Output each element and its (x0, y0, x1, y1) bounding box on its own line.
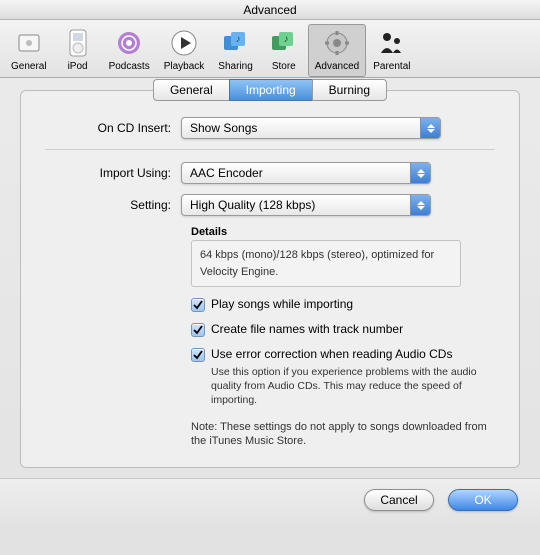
toolbar-label: Playback (164, 61, 205, 72)
svg-text:♪: ♪ (283, 34, 288, 45)
toolbar-item-sharing[interactable]: ♪ Sharing (211, 24, 259, 77)
footer-note: Note: These settings do not apply to son… (191, 420, 491, 450)
checkbox-error-correction[interactable]: Use error correction when reading Audio … (191, 347, 495, 362)
toolbar-item-playback[interactable]: Playback (157, 24, 212, 77)
toolbar-label: General (11, 61, 47, 72)
parental-icon (376, 27, 408, 59)
tab-importing[interactable]: Importing (229, 79, 312, 101)
divider (45, 149, 495, 150)
toolbar-item-parental[interactable]: Parental (366, 24, 417, 77)
preferences-toolbar: General iPod Podcasts Playback ♪ Sharing… (0, 20, 540, 78)
error-correction-help: Use this option if you experience proble… (211, 365, 495, 408)
toolbar-label: Parental (373, 61, 410, 72)
checkbox-icon (191, 298, 205, 312)
checkbox-filenames-track-number[interactable]: Create file names with track number (191, 322, 495, 337)
select-value: AAC Encoder (182, 166, 410, 180)
toolbar-label: iPod (68, 61, 88, 72)
tab-general[interactable]: General (153, 79, 229, 101)
toolbar-item-advanced[interactable]: Advanced (308, 24, 366, 77)
select-value: Show Songs (182, 121, 420, 135)
toolbar-item-podcasts[interactable]: Podcasts (102, 24, 157, 77)
checkbox-play-while-importing[interactable]: Play songs while importing (191, 297, 495, 312)
store-icon: ♪ (268, 27, 300, 59)
sharing-icon: ♪ (220, 27, 252, 59)
toolbar-label: Sharing (218, 61, 252, 72)
switch-icon (13, 27, 45, 59)
gear-icon (321, 27, 353, 59)
chevron-updown-icon (410, 163, 430, 183)
chevron-updown-icon (420, 118, 440, 138)
play-icon (168, 27, 200, 59)
dialog-buttons: Cancel OK (0, 478, 540, 523)
checkbox-label: Create file names with track number (211, 322, 403, 336)
toolbar-label: Store (272, 61, 296, 72)
chevron-updown-icon (410, 195, 430, 215)
ok-button[interactable]: OK (448, 489, 518, 511)
setting-select[interactable]: High Quality (128 kbps) (181, 194, 431, 216)
toolbar-label: Advanced (315, 61, 359, 72)
checkbox-icon (191, 348, 205, 362)
checkbox-label: Use error correction when reading Audio … (211, 347, 452, 361)
on-cd-insert-select[interactable]: Show Songs (181, 117, 441, 139)
sub-tabs: General Importing Burning (21, 79, 519, 101)
toolbar-item-general[interactable]: General (4, 24, 54, 77)
import-using-select[interactable]: AAC Encoder (181, 162, 431, 184)
details-heading: Details (191, 226, 495, 238)
select-value: High Quality (128 kbps) (182, 198, 410, 212)
toolbar-item-store[interactable]: ♪ Store (260, 24, 308, 77)
ipod-icon (62, 27, 94, 59)
checkbox-label: Play songs while importing (211, 297, 353, 311)
window-title: Advanced (0, 0, 540, 20)
svg-text:♪: ♪ (235, 34, 240, 45)
details-text: 64 kbps (mono)/128 kbps (stereo), optimi… (191, 240, 461, 287)
import-using-label: Import Using: (45, 166, 181, 180)
tab-burning[interactable]: Burning (312, 79, 387, 101)
settings-panel: General Importing Burning On CD Insert: … (20, 90, 520, 468)
toolbar-label: Podcasts (109, 61, 150, 72)
cancel-button[interactable]: Cancel (364, 489, 434, 511)
toolbar-item-ipod[interactable]: iPod (54, 24, 102, 77)
on-cd-insert-label: On CD Insert: (45, 121, 181, 135)
checkbox-icon (191, 323, 205, 337)
setting-label: Setting: (45, 198, 181, 212)
podcasts-icon (113, 27, 145, 59)
